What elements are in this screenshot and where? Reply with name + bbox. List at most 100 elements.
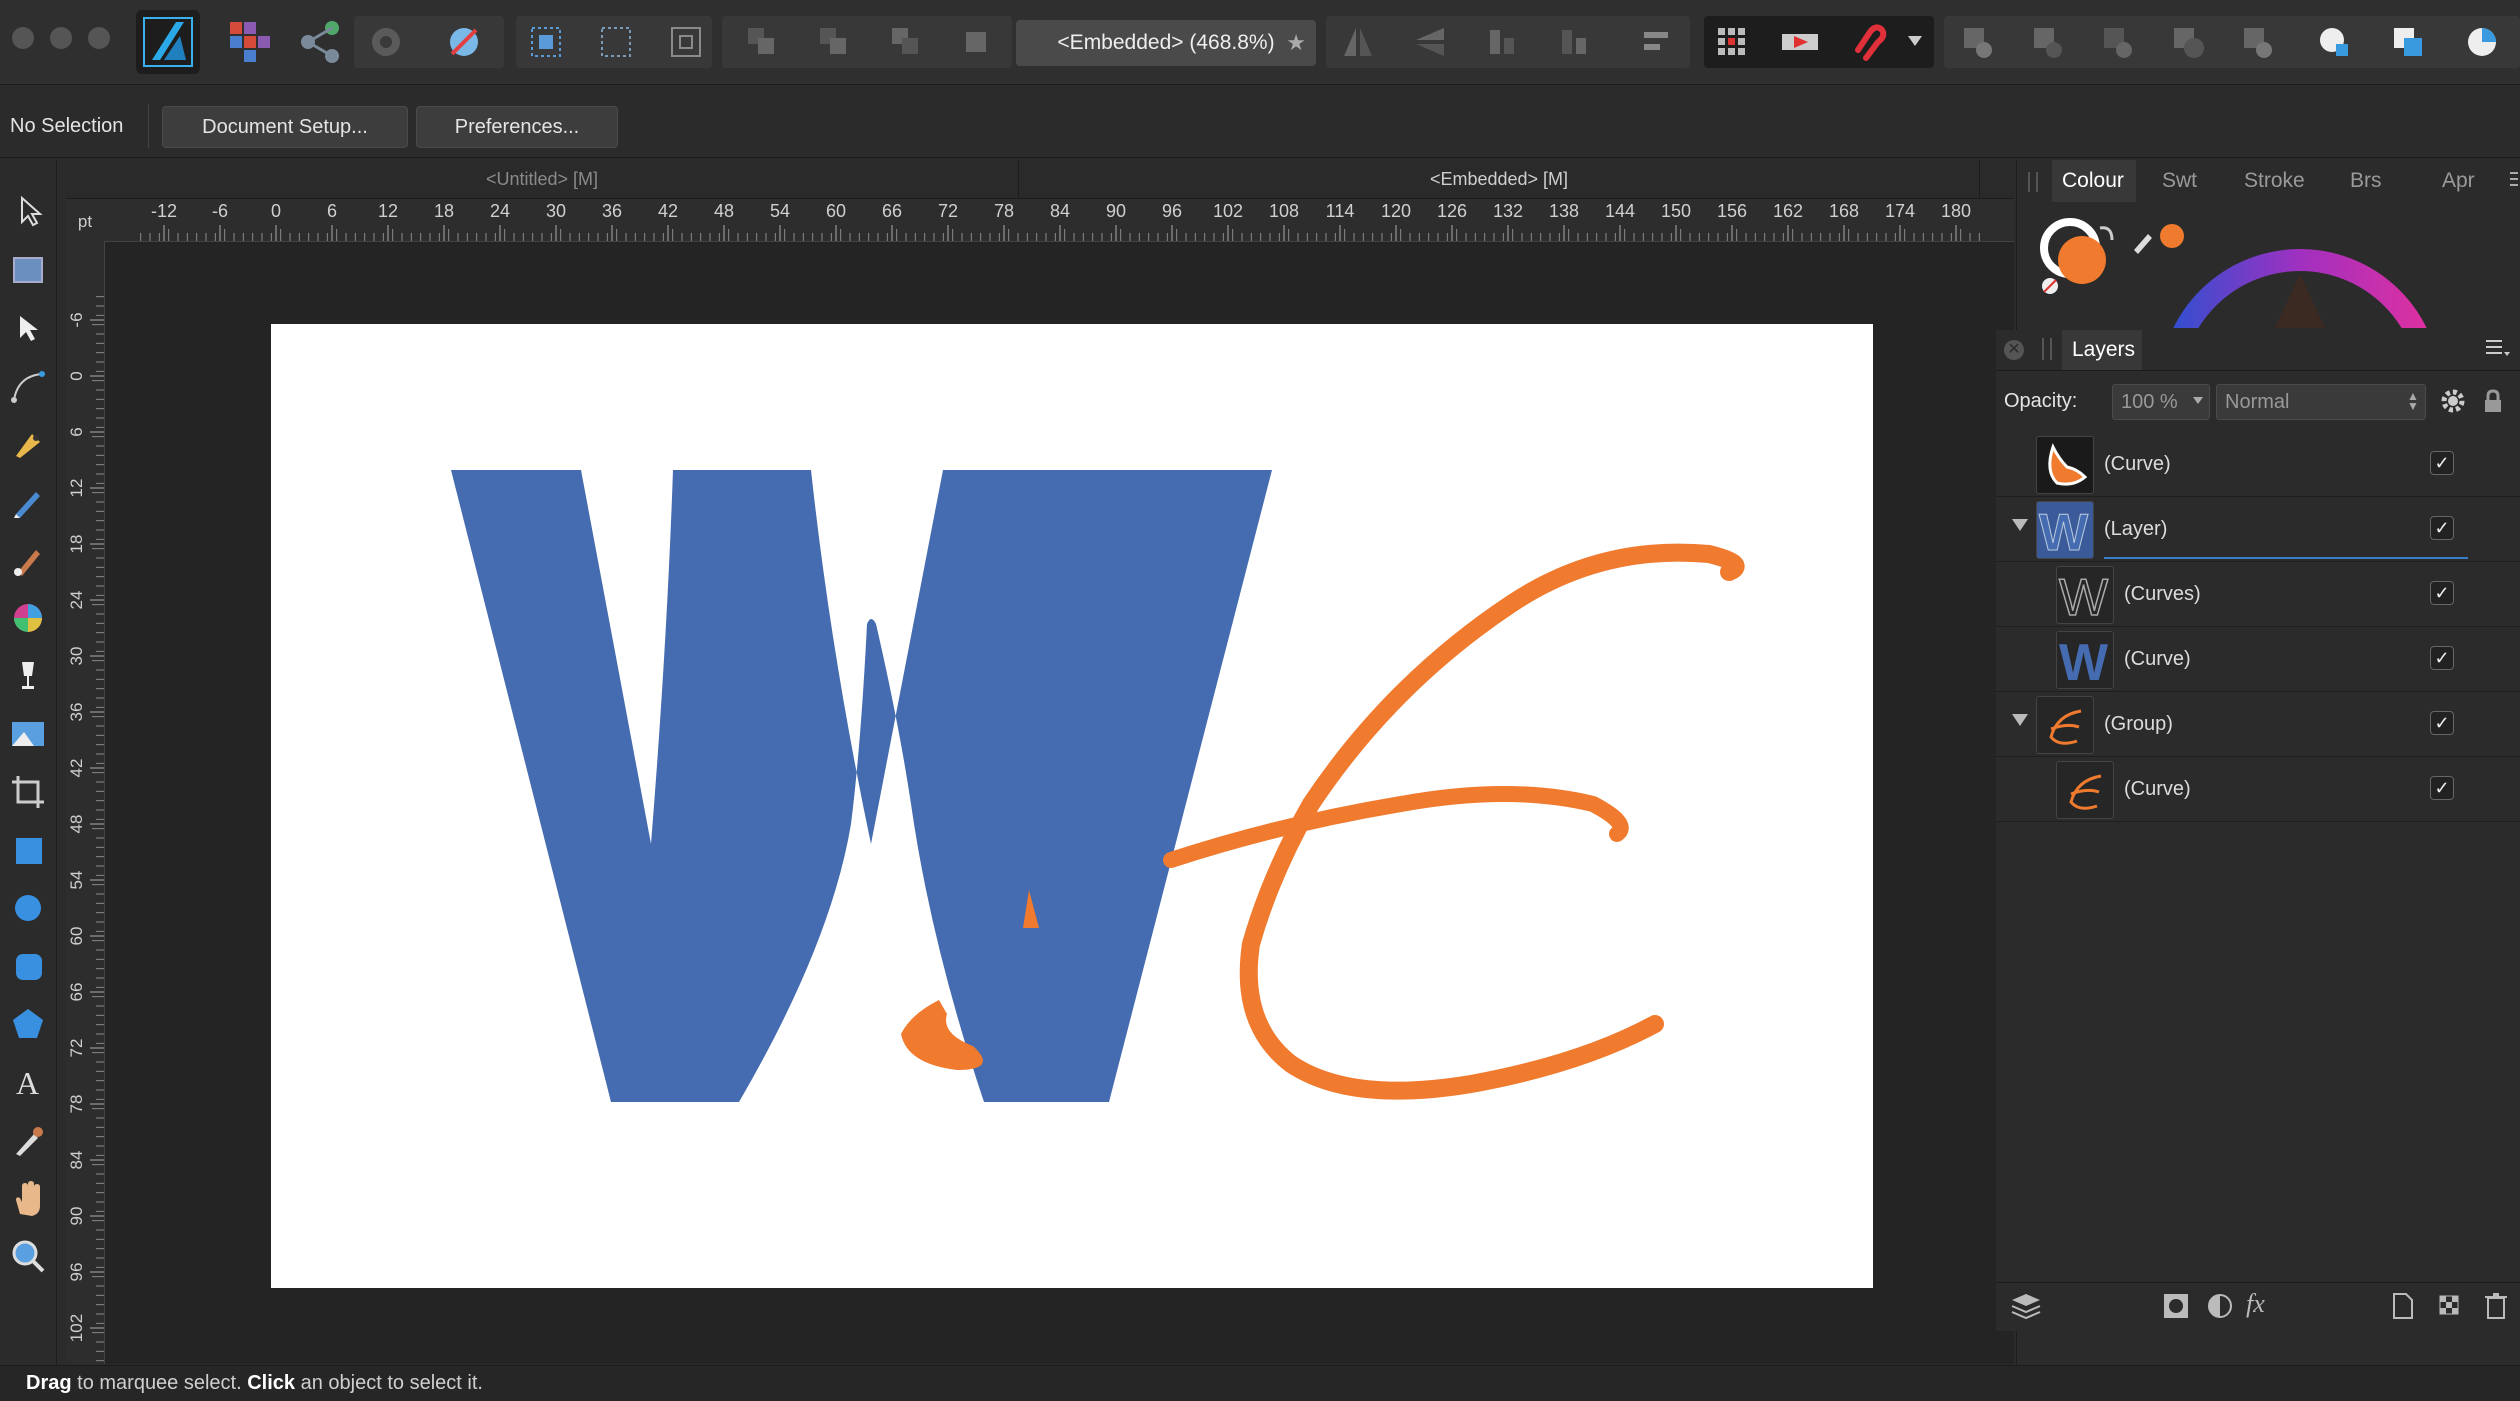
logo-artwork[interactable] [271, 324, 1873, 1288]
rectangle-tool[interactable] [8, 830, 48, 870]
vertical-ruler[interactable]: -606121824303642485460667278849096102108 [66, 242, 105, 1364]
tab-appearance[interactable]: Apr [2442, 160, 2475, 202]
layer-row[interactable]: W (Layer) ✓ [1996, 497, 2520, 562]
tab-swatches[interactable]: Swt [2162, 160, 2197, 202]
tab-embedded[interactable]: <Embedded> [M] [1019, 160, 1980, 198]
tab-colour[interactable]: Colour [2062, 160, 2124, 202]
disclosure-triangle-icon[interactable] [2012, 519, 2028, 531]
snapping-toggle-button[interactable] [1848, 20, 1892, 64]
window-zoom-button[interactable] [88, 27, 110, 49]
crop-tool[interactable] [8, 772, 48, 812]
pen-tool[interactable] [8, 424, 48, 464]
blend-mode-select[interactable]: Normal ▲ ▼ [2216, 384, 2426, 420]
tab-untitled[interactable]: <Untitled> [M] [66, 160, 1019, 198]
canvas[interactable] [105, 242, 2014, 1364]
layers-tab[interactable]: Layers [2072, 330, 2135, 370]
horizontal-ruler[interactable]: -12 -6 0 6 12 18 24 30 36 42 48 54 60 66 72 78 84 90 96 102… [104, 199, 2014, 242]
layers-grip-icon[interactable] [2042, 338, 2052, 360]
snapping-options-button[interactable] [444, 22, 484, 62]
artistic-text-tool[interactable]: A [8, 1062, 48, 1102]
select-all-button[interactable] [526, 22, 566, 62]
lock-button[interactable] [2482, 388, 2504, 414]
mask-button[interactable] [2160, 1290, 2192, 1322]
active-document-tab[interactable]: <Embedded> (468.8%) ★ [1016, 20, 1316, 66]
close-panel-icon[interactable]: ✕ [2004, 340, 2024, 360]
flip-vertical-button[interactable] [1412, 24, 1448, 60]
force-pixel-alignment-button[interactable] [1780, 24, 1820, 60]
opacity-field[interactable]: 100 % [2112, 384, 2210, 420]
designer-persona-button[interactable] [136, 10, 200, 74]
pencil-tool[interactable] [8, 482, 48, 522]
pixel-persona-button[interactable] [224, 16, 276, 68]
add-group-button[interactable] [2436, 1290, 2464, 1322]
intersect-button[interactable] [2098, 22, 2138, 62]
export-persona-button[interactable] [294, 16, 346, 68]
insert-behind-button[interactable] [2314, 22, 2354, 62]
assistant-button[interactable] [366, 22, 406, 62]
snapping-dropdown[interactable] [1904, 30, 1926, 52]
move-to-front-button[interactable] [958, 24, 994, 60]
colour-wheel[interactable] [2150, 240, 2450, 328]
move-tool[interactable] [8, 190, 48, 230]
ruler-unit[interactable]: pt [66, 199, 104, 241]
visibility-checkbox[interactable]: ✓ [2430, 451, 2454, 475]
layer-row[interactable]: W (Curves) ✓ [1996, 562, 2520, 627]
add-button[interactable] [1958, 22, 1998, 62]
corner-tool[interactable] [8, 366, 48, 406]
transparency-tool[interactable] [8, 656, 48, 696]
insert-inside-button[interactable] [2462, 22, 2502, 62]
layer-settings-button[interactable] [2440, 388, 2466, 414]
move-forward-one-button[interactable] [888, 24, 924, 60]
add-pixel-layer-button[interactable] [2388, 1290, 2416, 1322]
delete-layer-button[interactable] [2482, 1290, 2510, 1322]
visibility-checkbox[interactable]: ✓ [2430, 516, 2454, 540]
subtract-button[interactable] [2028, 22, 2068, 62]
visibility-checkbox[interactable]: ✓ [2430, 646, 2454, 670]
visibility-checkbox[interactable]: ✓ [2430, 711, 2454, 735]
tab-stroke[interactable]: Stroke [2244, 160, 2305, 202]
xor-button[interactable] [2168, 22, 2208, 62]
vector-brush-tool[interactable] [8, 540, 48, 580]
insert-top-button[interactable] [2388, 22, 2428, 62]
layer-row[interactable]: (Curve) ✓ [1996, 432, 2520, 497]
node-tool[interactable] [8, 308, 48, 348]
rounded-rectangle-tool[interactable] [8, 946, 48, 986]
fill-tool[interactable] [8, 598, 48, 638]
zoom-tool[interactable] [8, 1236, 48, 1276]
visibility-checkbox[interactable]: ✓ [2430, 581, 2454, 605]
adjustment-button[interactable] [2204, 1290, 2236, 1322]
polygon-tool[interactable] [8, 1004, 48, 1044]
view-tool[interactable] [8, 1178, 48, 1218]
alignment-button[interactable] [1638, 24, 1674, 60]
disclosure-triangle-icon[interactable] [2012, 714, 2028, 726]
document-setup-button[interactable]: Document Setup... [162, 106, 408, 148]
artboard[interactable] [271, 324, 1873, 1288]
place-image-tool[interactable] [8, 714, 48, 754]
effects-button[interactable]: fx [2246, 1286, 2265, 1322]
flip-horizontal-button[interactable] [1340, 24, 1376, 60]
rotate-right-button[interactable] [1556, 24, 1592, 60]
panel-grip-icon[interactable] [2028, 172, 2038, 192]
colour-picker-tool[interactable] [8, 1120, 48, 1160]
preferences-button[interactable]: Preferences... [416, 106, 618, 148]
panel-menu-icon[interactable] [2510, 170, 2518, 190]
move-back-one-button[interactable] [816, 24, 852, 60]
rotate-left-button[interactable] [1484, 24, 1520, 60]
fill-stroke-swatch[interactable] [2036, 212, 2126, 302]
document-modified-icon[interactable]: ★ [1286, 20, 1306, 66]
layer-row[interactable]: (Curve) ✓ [1996, 757, 2520, 822]
layer-stack-button[interactable] [2008, 1290, 2044, 1322]
ellipse-tool[interactable] [8, 888, 48, 928]
tab-brushes[interactable]: Brs [2350, 160, 2382, 202]
divide-button[interactable] [2238, 22, 2278, 62]
window-minimize-button[interactable] [50, 27, 72, 49]
layers-menu-icon[interactable] [2486, 338, 2510, 360]
window-close-button[interactable] [12, 27, 34, 49]
snap-grid-button[interactable] [1712, 24, 1752, 60]
move-to-back-button[interactable] [744, 24, 780, 60]
deselect-button[interactable] [596, 22, 636, 62]
artboard-tool[interactable] [8, 250, 48, 290]
visibility-checkbox[interactable]: ✓ [2430, 776, 2454, 800]
layer-row[interactable]: W (Curve) ✓ [1996, 627, 2520, 692]
layer-row[interactable]: (Group) ✓ [1996, 692, 2520, 757]
